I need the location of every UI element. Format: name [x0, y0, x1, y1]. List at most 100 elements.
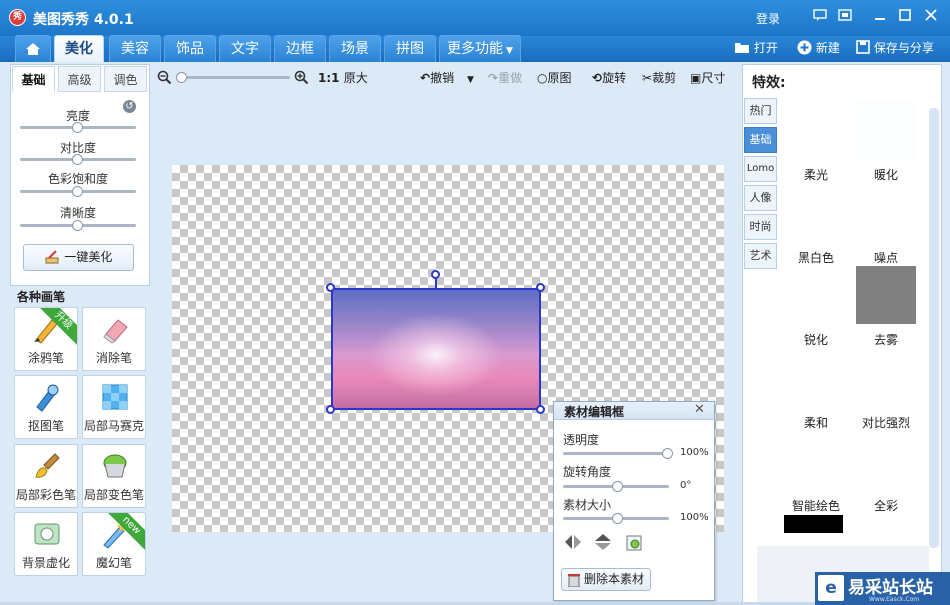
one-click-label: 一键美化	[64, 250, 113, 264]
trash-icon	[568, 573, 580, 594]
brush-magic[interactable]: new 魔幻笔	[82, 512, 146, 576]
flip-vertical-icon[interactable]	[593, 533, 613, 554]
crop-button[interactable]: ✂裁剪	[642, 71, 676, 85]
close-icon[interactable]	[920, 7, 942, 27]
zoom-in-icon[interactable]	[294, 70, 309, 88]
brush-cutout-label: 抠图笔	[27, 419, 64, 433]
resize-handle-top-left[interactable]	[326, 283, 335, 292]
rotate-handle[interactable]	[431, 270, 440, 279]
one-click-beautify-button[interactable]: 一键美化	[23, 244, 134, 271]
effect-high-contrast[interactable]: 对比强烈	[856, 414, 916, 431]
tab-frames[interactable]: 边框	[274, 35, 326, 62]
effect-sharpen[interactable]: 锐化	[786, 331, 846, 348]
category-basic[interactable]: 基础	[744, 127, 777, 153]
crop-label: 裁剪	[652, 71, 677, 85]
mosaic-icon	[102, 384, 128, 410]
effect-defog-thumbnail[interactable]	[856, 266, 916, 324]
undo-button[interactable]: ↶撤销	[420, 71, 454, 85]
app-logo-icon: 秀	[9, 9, 26, 26]
saturation-slider-knob[interactable]	[72, 186, 83, 197]
original-button[interactable]: ○原图	[537, 71, 572, 85]
app-title: 美图秀秀 4.0.1	[33, 12, 134, 28]
app-window: 秀 美图秀秀 4.0.1 登录 美化 美容 饰品 文字 边框 场景 拼图 更多功…	[0, 0, 950, 605]
redo-button[interactable]: ↷重做	[488, 71, 522, 85]
effect-warm[interactable]: 暖化	[856, 166, 916, 183]
undo-dropdown-icon[interactable]: ▼	[467, 73, 474, 87]
new-button[interactable]: 新建	[797, 39, 840, 57]
material-size-slider-knob[interactable]	[612, 513, 623, 524]
brush-background-blur[interactable]: 背景虚化	[14, 512, 78, 576]
sharpness-slider-knob[interactable]	[72, 220, 83, 231]
effect-soft[interactable]: 柔和	[786, 414, 846, 431]
rotation-angle-slider-knob[interactable]	[612, 481, 623, 492]
brush-background-blur-label: 背景虚化	[21, 556, 70, 570]
subtab-basic[interactable]: 基础	[12, 66, 55, 92]
effect-smart-color[interactable]: 智能绘色	[783, 497, 849, 514]
brightness-slider-knob[interactable]	[72, 122, 83, 133]
subtab-advanced[interactable]: 高级	[58, 66, 101, 92]
watermark-url: Www.Easck.Com	[869, 596, 920, 603]
effect-soft-light[interactable]: 柔光	[786, 166, 846, 183]
tab-text[interactable]: 文字	[219, 35, 271, 62]
skin-icon[interactable]	[834, 7, 856, 27]
category-hot[interactable]: 热门	[744, 98, 777, 124]
resize-handle-bottom-right[interactable]	[536, 405, 545, 414]
effect-warm-thumbnail[interactable]	[856, 101, 916, 161]
effect-noise[interactable]: 噪点	[856, 249, 916, 266]
effect-smart-color-thumbnail[interactable]	[784, 515, 843, 533]
opacity-slider[interactable]	[563, 452, 669, 455]
tab-collage[interactable]: 拼图	[384, 35, 436, 62]
subtab-color-tone[interactable]: 调色	[104, 66, 147, 92]
resize-handle-top-right[interactable]	[536, 283, 545, 292]
effect-black-white[interactable]: 黑白色	[786, 249, 846, 266]
resize-handle-bottom-left[interactable]	[326, 405, 335, 414]
category-portrait[interactable]: 人像	[744, 185, 777, 211]
resize-label: 尺寸	[701, 71, 726, 85]
zoom-slider-knob[interactable]	[176, 72, 187, 83]
effects-scrollbar[interactable]	[929, 108, 939, 548]
close-icon[interactable]: ✕	[694, 402, 705, 417]
delete-material-button[interactable]: 删除本素材	[561, 568, 651, 591]
tab-beautify[interactable]: 美化	[54, 35, 104, 62]
material-image[interactable]	[331, 288, 541, 410]
resize-button[interactable]: ▣尺寸	[690, 71, 725, 85]
flip-horizontal-icon[interactable]	[563, 533, 583, 554]
effect-defog[interactable]: 去雾	[856, 331, 916, 348]
brush-color[interactable]: 局部彩色笔	[14, 444, 78, 508]
brush-eraser[interactable]: 消除笔	[82, 307, 146, 371]
brush-cutout[interactable]: 抠图笔	[14, 375, 78, 439]
tab-beauty[interactable]: 美容	[109, 35, 161, 62]
tab-home[interactable]	[15, 35, 51, 62]
login-link[interactable]: 登录	[756, 10, 780, 27]
brush-mosaic[interactable]: 局部马赛克	[82, 375, 146, 439]
cutout-pen-icon	[36, 384, 59, 412]
category-art[interactable]: 艺术	[744, 243, 777, 269]
message-icon[interactable]	[809, 7, 831, 27]
tab-more-features[interactable]: 更多功能 ▼	[439, 35, 521, 62]
brush-recolor-label: 局部变色笔	[83, 488, 144, 502]
effect-full-color[interactable]: 全彩	[856, 497, 916, 514]
actual-size-button[interactable]: 1:1 原大	[318, 71, 368, 85]
tab-accessories[interactable]: 饰品	[164, 35, 216, 62]
opacity-slider-knob[interactable]	[662, 448, 673, 459]
category-lomo[interactable]: Lomo	[744, 156, 777, 182]
rotate-icon: ⟲	[592, 71, 603, 85]
zoom-slider[interactable]	[178, 76, 290, 79]
material-size-label: 素材大小	[563, 498, 612, 512]
category-fashion[interactable]: 时尚	[744, 214, 777, 240]
brush-recolor[interactable]: 局部变色笔	[82, 444, 146, 508]
rotation-angle-label: 旋转角度	[563, 465, 612, 479]
undo-icon: ↶	[420, 71, 431, 85]
rotate-button[interactable]: ⟲旋转	[592, 71, 626, 85]
zoom-out-icon[interactable]	[157, 70, 172, 88]
save-share-button[interactable]: 保存与分享	[856, 39, 934, 57]
tab-scenes[interactable]: 场景	[329, 35, 381, 62]
set-as-background-icon[interactable]	[626, 535, 642, 554]
open-button[interactable]: 打开	[734, 39, 778, 57]
maximize-icon[interactable]	[894, 7, 916, 27]
material-size-value: 100%	[680, 512, 709, 523]
brush-doodle[interactable]: 升级 涂鸦笔	[14, 307, 78, 371]
minimize-icon[interactable]	[869, 7, 891, 27]
contrast-slider-knob[interactable]	[72, 154, 83, 165]
dropdown-arrow-icon: ▼	[506, 46, 513, 56]
